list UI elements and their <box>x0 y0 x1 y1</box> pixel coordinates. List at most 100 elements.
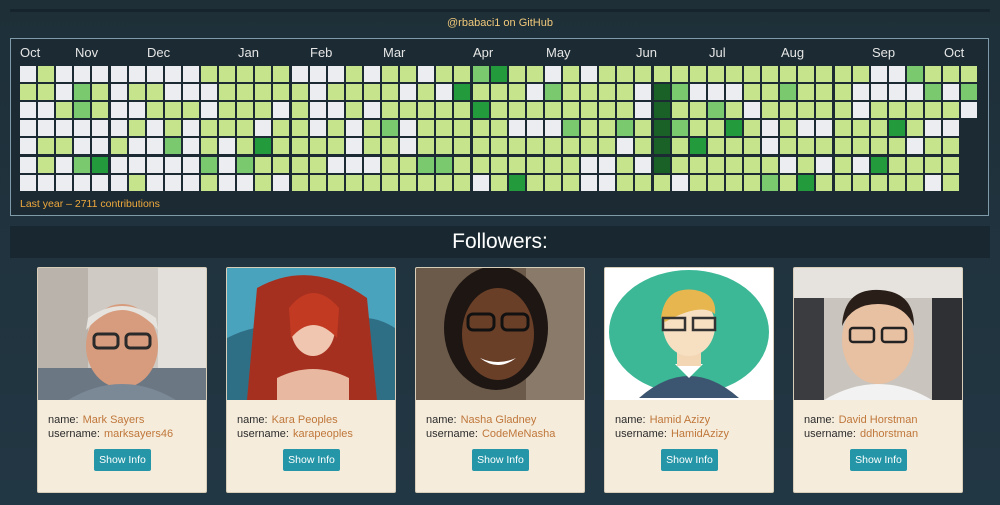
contribution-cell <box>20 138 36 155</box>
contribution-cell <box>309 138 326 155</box>
contribution-cell <box>201 156 217 173</box>
contribution-cell <box>418 102 435 119</box>
contribution-cell <box>56 84 73 101</box>
contribution-cell <box>219 174 236 191</box>
contribution-cell <box>526 156 543 173</box>
contribution-cell <box>744 156 760 173</box>
contribution-cell <box>255 156 272 173</box>
contribution-cell <box>870 102 887 119</box>
contribution-cell <box>762 120 779 137</box>
contribution-cell <box>472 120 489 137</box>
contribution-cell <box>436 84 453 101</box>
follower-username: HamidAzizy <box>670 428 730 440</box>
contribution-cell <box>345 102 362 119</box>
contribution-cell <box>255 174 272 191</box>
contribution-cell <box>400 102 417 119</box>
contribution-cell <box>309 156 326 173</box>
contribution-cell <box>92 120 109 137</box>
contribution-cell <box>888 174 905 191</box>
contribution-cell <box>744 138 760 155</box>
contribution-cell <box>780 138 797 155</box>
show-info-button[interactable]: Show Info <box>472 449 529 471</box>
contribution-cell <box>689 66 706 82</box>
contribution-cell <box>508 138 525 155</box>
contribution-cell <box>146 120 163 137</box>
contribution-cell <box>780 120 797 137</box>
contribution-cell <box>110 66 127 82</box>
contribution-cell <box>544 102 561 119</box>
contribution-cell <box>671 66 688 82</box>
contribution-cell <box>182 138 199 155</box>
contribution-cell <box>816 174 833 191</box>
name-label: name: <box>804 414 835 426</box>
show-info-button[interactable]: Show Info <box>94 449 151 471</box>
show-info-button[interactable]: Show Info <box>850 449 907 471</box>
username-label: username: <box>615 428 667 440</box>
contribution-cell <box>472 102 489 119</box>
month-label: Nov <box>75 45 99 60</box>
contribution-cell <box>563 84 579 101</box>
contribution-cell <box>363 66 380 82</box>
contribution-cell <box>834 66 851 82</box>
contribution-cell <box>526 84 543 101</box>
contribution-cell <box>219 120 236 137</box>
contribution-cell <box>38 102 55 119</box>
contribution-cell <box>725 84 742 101</box>
contribution-cell <box>852 156 869 173</box>
contribution-cell <box>255 102 272 119</box>
top-divider <box>10 9 990 12</box>
contribution-cell <box>671 138 688 155</box>
contribution-cell <box>363 138 380 155</box>
contribution-cell <box>327 174 344 191</box>
contribution-cell <box>563 102 579 119</box>
contribution-cell <box>816 138 833 155</box>
contribution-cell <box>345 120 362 137</box>
show-info-button[interactable]: Show Info <box>661 449 718 471</box>
contribution-cell <box>635 102 652 119</box>
contribution-cell <box>870 156 887 173</box>
contribution-cell <box>92 138 109 155</box>
contribution-total: Last year – 2711 contributions <box>20 198 160 210</box>
show-info-button[interactable]: Show Info <box>283 449 340 471</box>
contribution-cell <box>146 156 163 173</box>
contribution-cell <box>581 174 598 191</box>
github-header[interactable]: @rbabaci1 on GitHub <box>0 17 1000 29</box>
contribution-cell <box>925 174 941 191</box>
contribution-cell <box>273 156 290 173</box>
month-label: Mar <box>383 45 406 60</box>
contribution-cell <box>653 120 670 137</box>
contribution-cell <box>725 120 742 137</box>
contribution-cell <box>418 138 435 155</box>
contribution-cell <box>110 174 127 191</box>
month-label: Jan <box>238 45 259 60</box>
contribution-cell <box>237 84 254 101</box>
contribution-cell <box>526 102 543 119</box>
contribution-cell <box>925 156 941 173</box>
contribution-cell <box>526 138 543 155</box>
contribution-cell <box>707 66 724 82</box>
contribution-cell <box>309 66 326 82</box>
contribution-cell <box>780 102 797 119</box>
month-label: Feb <box>310 45 333 60</box>
contribution-cell <box>943 174 960 191</box>
contribution-cell <box>56 102 73 119</box>
contribution-cell <box>925 120 941 137</box>
contribution-cell <box>472 156 489 173</box>
contribution-cell <box>816 66 833 82</box>
contribution-cell <box>382 138 398 155</box>
contribution-cell <box>888 138 905 155</box>
avatar <box>794 268 962 400</box>
contribution-cell <box>201 102 217 119</box>
contribution-cell <box>490 120 507 137</box>
contribution-cell <box>852 102 869 119</box>
contribution-cell <box>309 84 326 101</box>
contribution-cell <box>689 174 706 191</box>
contribution-cell <box>689 120 706 137</box>
contribution-cell <box>164 138 181 155</box>
contribution-cell <box>563 156 579 173</box>
contribution-cell <box>762 174 779 191</box>
contribution-cell <box>219 84 236 101</box>
contribution-cell <box>20 66 36 82</box>
contribution-cell <box>237 138 254 155</box>
contribution-cell <box>762 102 779 119</box>
